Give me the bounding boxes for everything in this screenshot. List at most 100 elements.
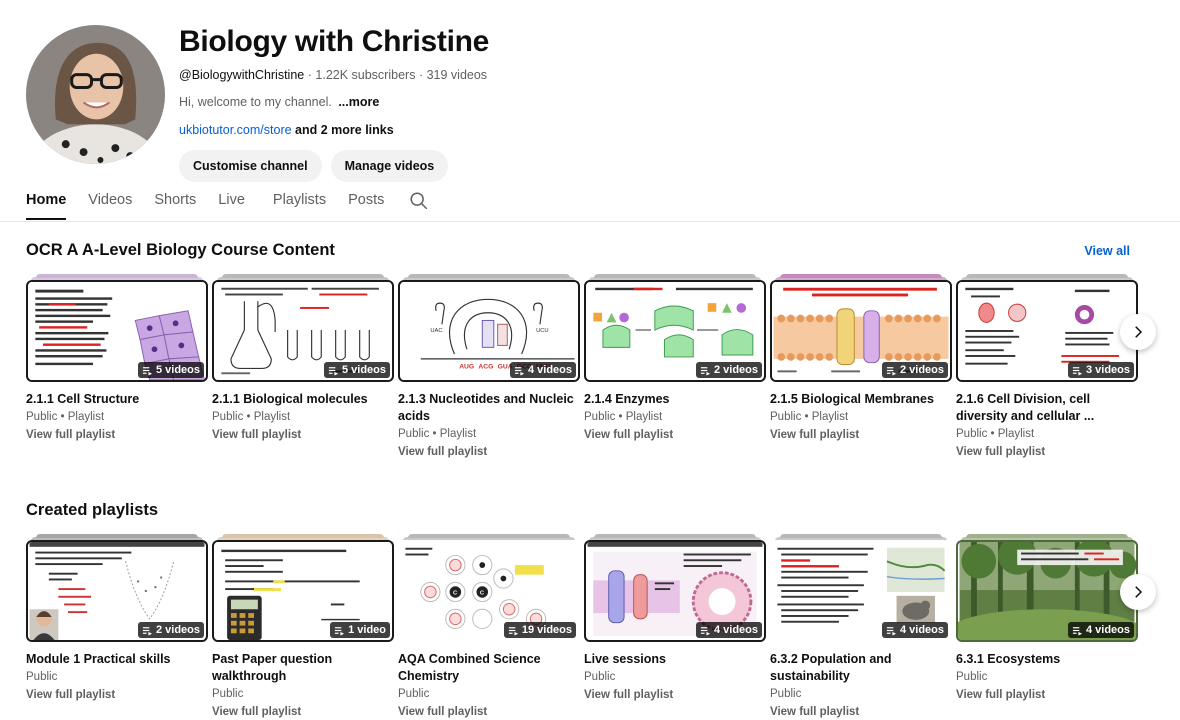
view-full-playlist-link[interactable]: View full playlist: [956, 687, 1138, 703]
playlist-card[interactable]: 5 videos 2.1.1 Cell Structure Public • P…: [26, 274, 208, 443]
customise-channel-button[interactable]: Customise channel: [179, 150, 322, 182]
video-count-badge: 19 videos: [503, 622, 576, 638]
playlist-thumbnail[interactable]: 4 videos: [584, 534, 766, 642]
video-count-badge: 4 videos: [881, 622, 948, 638]
playlist-meta: Public • Playlist: [956, 428, 1035, 440]
playlist-title[interactable]: 2.1.1 Biological molecules: [212, 391, 394, 408]
view-full-playlist-link[interactable]: View full playlist: [212, 704, 394, 720]
more-links[interactable]: and 2 more links: [295, 123, 394, 137]
playlist-thumbnail[interactable]: C C 19 videos: [398, 534, 580, 642]
playlist-thumbnail[interactable]: AUGACGGUAGCGUUU UACUCU 4 videos: [398, 274, 580, 382]
playlist-title[interactable]: Past Paper question walkthrough: [212, 651, 394, 685]
tab-live[interactable]: Live: [218, 184, 245, 220]
tab-videos[interactable]: Videos: [88, 184, 132, 220]
badge-count: 4 videos: [1085, 624, 1130, 636]
view-full-playlist-link[interactable]: View full playlist: [398, 444, 580, 460]
channel-meta: @BiologywithChristine · 1.22K subscriber…: [179, 67, 489, 83]
tab-shorts[interactable]: Shorts: [154, 184, 196, 220]
playlist-card[interactable]: 4 videos Live sessions Public View full …: [584, 534, 766, 703]
playlist-title[interactable]: 2.1.5 Biological Membranes: [770, 391, 952, 408]
playlist-icon: [1072, 626, 1083, 636]
playlist-title[interactable]: AQA Combined Science Chemistry: [398, 651, 580, 685]
playlist-thumbnail[interactable]: 3 videos: [956, 274, 1138, 382]
playlist-thumbnail[interactable]: 2 videos: [26, 534, 208, 642]
tab-home[interactable]: Home: [26, 184, 67, 220]
separator: ·: [418, 68, 424, 82]
playlist-title[interactable]: 2.1.1 Cell Structure: [26, 391, 208, 408]
badge-count: 5 videos: [155, 364, 200, 376]
playlist-title[interactable]: 6.3.1 Ecosystems: [956, 651, 1138, 668]
playlist-title[interactable]: 2.1.6 Cell Division, cell diversity and …: [956, 391, 1138, 425]
video-count-badge: 1 video: [330, 622, 390, 638]
visibility: Public: [956, 428, 988, 440]
playlist-thumbnail[interactable]: 2 videos: [584, 274, 766, 382]
playlist-title[interactable]: 2.1.3 Nucleotides and Nucleic acids: [398, 391, 580, 425]
playlist-card[interactable]: 3 videos 2.1.6 Cell Division, cell diver…: [956, 274, 1138, 460]
playlist-thumbnail[interactable]: 4 videos: [956, 534, 1138, 642]
playlist-card[interactable]: 4 videos 6.3.1 Ecosystems Public View fu…: [956, 534, 1138, 703]
playlist-card[interactable]: 4 videos 6.3.2 Population and sustainabi…: [770, 534, 952, 720]
playlist-icon: [335, 626, 345, 636]
shelf-next-button[interactable]: [1120, 574, 1156, 610]
more-link[interactable]: ...more: [338, 95, 379, 109]
view-full-playlist-link[interactable]: View full playlist: [584, 427, 766, 443]
playlist-meta: Public • Playlist: [584, 411, 663, 423]
manage-videos-button[interactable]: Manage videos: [330, 150, 449, 182]
playlist-card[interactable]: AUGACGGUAGCGUUU UACUCU 4 videos 2.1.3 Nu…: [398, 274, 580, 460]
section-title-course[interactable]: OCR A A-Level Biology Course Content: [26, 241, 335, 260]
playlist-thumbnail[interactable]: 5 videos: [212, 274, 394, 382]
view-full-playlist-link[interactable]: View full playlist: [956, 444, 1138, 460]
playlist-card[interactable]: 5 videos 2.1.1 Biological molecules Publ…: [212, 274, 394, 443]
video-count-badge: 4 videos: [695, 622, 762, 638]
playlist-card[interactable]: 2 videos Module 1 Practical skills Publi…: [26, 534, 208, 703]
playlist-title[interactable]: 6.3.2 Population and sustainability: [770, 651, 952, 685]
playlist-icon: [886, 626, 897, 636]
channel-actions: Customise channel Manage videos: [179, 150, 489, 182]
section-title-created[interactable]: Created playlists: [26, 501, 158, 520]
tab-playlists[interactable]: Playlists: [273, 184, 326, 220]
view-full-playlist-link[interactable]: View full playlist: [770, 704, 952, 720]
badge-count: 2 videos: [155, 624, 200, 636]
visibility: Public: [26, 411, 58, 423]
playlist-icon: [700, 626, 711, 636]
view-full-playlist-link[interactable]: View full playlist: [26, 427, 208, 443]
playlist-thumbnail[interactable]: 4 videos: [770, 534, 952, 642]
video-count-badge: 2 videos: [881, 362, 948, 378]
playlist-thumbnail[interactable]: 1 video: [212, 534, 394, 642]
video-count-badge: 4 videos: [1067, 622, 1134, 638]
tab-posts[interactable]: Posts: [348, 184, 384, 220]
playlist-title[interactable]: Module 1 Practical skills: [26, 651, 208, 668]
view-full-playlist-link[interactable]: View full playlist: [770, 427, 952, 443]
badge-count: 4 videos: [713, 624, 758, 636]
view-full-playlist-link[interactable]: View full playlist: [26, 687, 208, 703]
view-full-playlist-link[interactable]: View full playlist: [398, 704, 580, 720]
playlist-card[interactable]: 2 videos 2.1.5 Biological Membranes Publ…: [770, 274, 952, 443]
playlist-kind: Playlist: [811, 411, 849, 423]
channel-tabs: Home Videos Shorts Live Playlists Posts: [26, 184, 430, 221]
playlist-icon: [886, 366, 897, 376]
playlist-card[interactable]: C C 19 videos AQA Combined Science Chemis…: [398, 534, 580, 720]
svg-text:C: C: [453, 590, 457, 596]
playlist-card[interactable]: 2 videos 2.1.4 Enzymes Public • Playlist…: [584, 274, 766, 443]
view-full-playlist-link[interactable]: View full playlist: [212, 427, 394, 443]
channel-description[interactable]: Hi, welcome to my channel. ...more: [179, 94, 489, 110]
playlist-thumbnail[interactable]: 5 videos: [26, 274, 208, 382]
channel-avatar[interactable]: [26, 25, 165, 164]
store-link[interactable]: ukbiotutor.com/store: [179, 123, 292, 137]
playlist-card[interactable]: 1 video Past Paper question walkthrough …: [212, 534, 394, 720]
shelf-next-button[interactable]: [1120, 314, 1156, 350]
view-full-playlist-link[interactable]: View full playlist: [584, 687, 766, 703]
playlist-thumbnail[interactable]: 2 videos: [770, 274, 952, 382]
channel-links: ukbiotutor.com/store and 2 more links: [179, 122, 489, 138]
visibility: Public: [770, 411, 802, 423]
visibility: Public: [584, 411, 616, 423]
view-all-link[interactable]: View all: [1084, 244, 1130, 258]
playlist-title[interactable]: Live sessions: [584, 651, 766, 668]
playlist-kind: Playlist: [67, 411, 105, 423]
playlist-kind: Playlist: [625, 411, 663, 423]
video-count-badge: 4 videos: [509, 362, 576, 378]
badge-count: 2 videos: [899, 364, 944, 376]
playlist-title[interactable]: 2.1.4 Enzymes: [584, 391, 766, 408]
badge-count: 5 videos: [341, 364, 386, 376]
search-icon[interactable]: [408, 190, 430, 212]
